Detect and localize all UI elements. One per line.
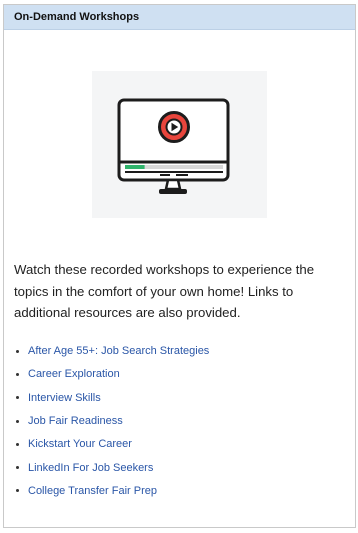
workshop-link[interactable]: Kickstart Your Career xyxy=(28,438,132,450)
list-item: College Transfer Fair Prep xyxy=(16,479,355,502)
bullet-icon xyxy=(16,349,19,353)
intro-text: Watch these recorded workshops to experi… xyxy=(14,262,315,320)
bullet-icon xyxy=(16,396,19,400)
bullet-icon xyxy=(16,419,19,423)
workshop-link[interactable]: College Transfer Fair Prep xyxy=(28,485,157,497)
list-item: Career Exploration xyxy=(16,363,355,386)
workshop-link[interactable]: LinkedIn For Job Seekers xyxy=(28,462,153,474)
workshop-link[interactable]: Interview Skills xyxy=(28,392,101,404)
list-item: LinkedIn For Job Seekers xyxy=(16,456,355,479)
bullet-icon xyxy=(16,466,19,470)
bullet-icon xyxy=(16,489,19,493)
list-item: After Age 55+: Job Search Strategies xyxy=(16,340,355,363)
bullet-icon xyxy=(16,372,19,376)
panel-title: On-Demand Workshops xyxy=(14,11,140,23)
workshop-link[interactable]: After Age 55+: Job Search Strategies xyxy=(28,345,209,357)
list-item: Kickstart Your Career xyxy=(16,433,355,456)
panel-header: On-Demand Workshops xyxy=(4,5,355,30)
workshops-panel: On-Demand Workshops Watch these recorded… xyxy=(3,4,356,528)
video-monitor-play-icon xyxy=(117,98,230,194)
hero-image xyxy=(92,71,267,218)
bullet-icon xyxy=(16,442,19,446)
list-item: Job Fair Readiness xyxy=(16,409,355,432)
video-progress-fill xyxy=(125,165,145,169)
workshop-link[interactable]: Job Fair Readiness xyxy=(28,415,123,427)
workshop-links-list: After Age 55+: Job Search Strategies Care… xyxy=(16,340,355,503)
list-item: Interview Skills xyxy=(16,386,355,409)
workshop-link[interactable]: Career Exploration xyxy=(28,368,120,380)
